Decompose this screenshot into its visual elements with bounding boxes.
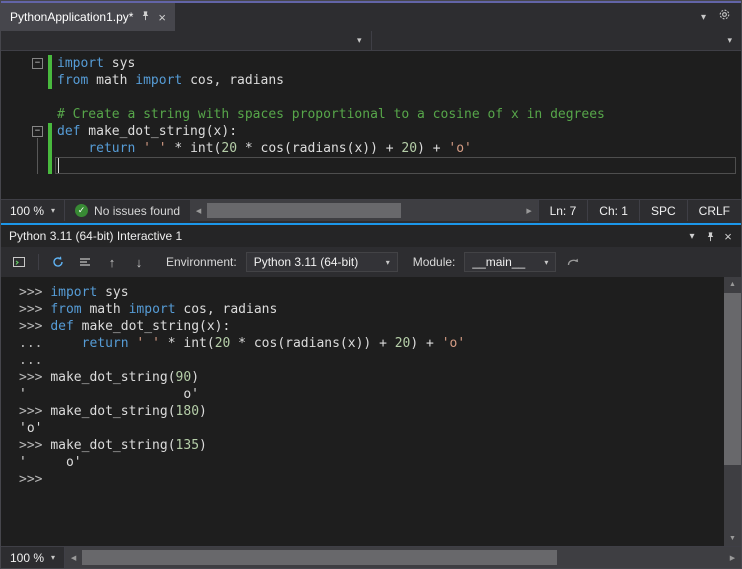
scroll-thumb[interactable] (724, 293, 741, 465)
editor-status-strip: 100 % ▾ ✓ No issues found ◀ ▶ Ln: 7 Ch: … (1, 199, 741, 221)
code-line: ' o' (19, 387, 200, 402)
chevron-down-icon: ▾ (51, 553, 56, 562)
collapse-region-icon[interactable]: − (32, 58, 43, 69)
interactive-titlebar[interactable]: Python 3.11 (64-bit) Interactive 1 ▾ × (1, 223, 741, 247)
editor-code-area[interactable]: − − import sys from math import cos, radi… (1, 51, 741, 199)
scroll-left-button[interactable]: ◀ (190, 200, 208, 221)
code-line: >>> from math import cos, radians (19, 302, 278, 317)
interactive-window-icon[interactable] (9, 252, 29, 272)
editor-navigation-bar: ▾ ▾ (1, 31, 741, 51)
scroll-track[interactable] (82, 547, 724, 568)
scroll-right-button[interactable]: ▶ (724, 547, 741, 568)
code-line: ... return ' ' * int(20 * cos(radians(x)… (19, 336, 466, 351)
health-label: No issues found (94, 203, 181, 218)
zoom-control[interactable]: 100 % ▾ (1, 200, 66, 221)
code-line: >>> make_dot_string(90) (19, 370, 200, 385)
scroll-up-button[interactable]: ▲ (724, 277, 741, 292)
status-line-number[interactable]: Ln: 7 (537, 200, 588, 221)
scroll-thumb[interactable] (207, 203, 402, 218)
close-icon[interactable]: × (719, 227, 737, 245)
code-line: # Create a string with spaces proportion… (57, 107, 605, 122)
check-icon: ✓ (75, 204, 89, 217)
chevron-down-icon: ▾ (544, 257, 549, 267)
code-line: ' o' (19, 455, 82, 470)
document-health-indicator[interactable]: ✓ No issues found (65, 200, 190, 221)
chevron-down-icon: ▾ (385, 257, 390, 267)
repl-output-area[interactable]: >>> import sys >>> from math import cos, … (1, 277, 724, 546)
interactive-toolbar: ↑ ↓ Environment: Python 3.11 (64-bit) ▾ … (1, 247, 741, 277)
interactive-title: Python 3.11 (64-bit) Interactive 1 (9, 229, 183, 243)
interactive-window-panel: Python 3.11 (64-bit) Interactive 1 ▾ × ↑… (1, 223, 741, 568)
code-line: >>> make_dot_string(180) (19, 404, 207, 419)
interactive-body: >>> import sys >>> from math import cos, … (1, 277, 741, 546)
active-files-chevron-icon[interactable]: ▾ (701, 12, 706, 23)
code-line: return ' ' * int(20 * cos(radians(x)) + … (88, 141, 472, 156)
nav-dropdown-types[interactable]: ▾ (1, 31, 372, 50)
chevron-down-icon: ▾ (51, 206, 56, 215)
zoom-control[interactable]: 100 % ▾ (1, 547, 66, 568)
chevron-down-icon: ▾ (727, 35, 732, 45)
window-menu-chevron-icon[interactable]: ▾ (683, 227, 701, 245)
close-icon[interactable]: × (158, 11, 166, 24)
pin-icon[interactable] (140, 10, 151, 24)
environment-dropdown[interactable]: Python 3.11 (64-bit) ▾ (245, 252, 398, 272)
toolbar-separator (38, 254, 39, 270)
redo-arrow-icon[interactable] (563, 252, 583, 272)
tab-strip-controls: ▾ (701, 3, 741, 31)
nav-dropdown-members[interactable]: ▾ (372, 31, 742, 50)
scroll-left-button[interactable]: ◀ (65, 547, 83, 568)
change-tracking-bar (48, 55, 52, 89)
status-line-ending[interactable]: CRLF (686, 200, 741, 221)
code-line: ... (19, 353, 43, 368)
code-line: 'o' (19, 421, 43, 436)
change-tracking-bar (48, 123, 52, 174)
scroll-thumb[interactable] (82, 550, 558, 565)
history-previous-icon[interactable]: ↑ (102, 252, 122, 272)
clear-screen-icon[interactable] (75, 252, 95, 272)
code-line: >>> import sys (19, 285, 129, 300)
collapse-region-icon[interactable]: − (32, 126, 43, 137)
status-spaces-mode[interactable]: SPC (638, 200, 687, 221)
tab-title: PythonApplication1.py* (10, 10, 134, 24)
vs-window: PythonApplication1.py* × ▾ ▾ ▾ − − impor… (0, 0, 742, 569)
text-caret (58, 158, 59, 173)
code-line: >>> make_dot_string(135) (19, 438, 207, 453)
code-line: >>> def make_dot_string(x): (19, 319, 231, 334)
scroll-right-button[interactable]: ▶ (520, 200, 538, 221)
code-line: def make_dot_string(x): (57, 124, 238, 139)
settings-gear-icon[interactable] (718, 8, 731, 26)
code-line: >>> (19, 472, 51, 487)
scroll-track[interactable] (207, 200, 521, 221)
pin-icon[interactable] (701, 227, 719, 245)
interactive-bottom-strip: 100 % ▾ ◀ ▶ (1, 546, 741, 568)
code-line: from math import cos, radians (57, 73, 284, 88)
tab-pythonapplication1[interactable]: PythonApplication1.py* × (1, 3, 176, 31)
outline-guide-line (37, 138, 38, 174)
current-line-highlight (55, 157, 736, 174)
scroll-down-button[interactable]: ▼ (724, 531, 741, 546)
reset-repl-icon[interactable] (48, 252, 68, 272)
chevron-down-icon: ▾ (356, 35, 362, 45)
environment-label: Environment: (166, 255, 237, 269)
zoom-value: 100 % (10, 550, 45, 565)
module-dropdown[interactable]: __main__ ▾ (464, 252, 557, 272)
status-column-number[interactable]: Ch: 1 (587, 200, 639, 221)
editor-horizontal-scrollbar: ◀ ▶ (190, 200, 538, 221)
environment-value: Python 3.11 (64-bit) (253, 255, 359, 269)
code-line: import sys (57, 56, 136, 71)
module-label: Module: (412, 255, 456, 269)
zoom-value: 100 % (10, 203, 45, 218)
document-tab-strip: PythonApplication1.py* × ▾ (1, 3, 741, 31)
module-value: __main__ (472, 255, 526, 269)
history-next-icon[interactable]: ↓ (129, 252, 149, 272)
repl-vertical-scrollbar: ▲ ▼ (724, 277, 741, 546)
repl-horizontal-scrollbar: ◀ ▶ (65, 547, 741, 568)
